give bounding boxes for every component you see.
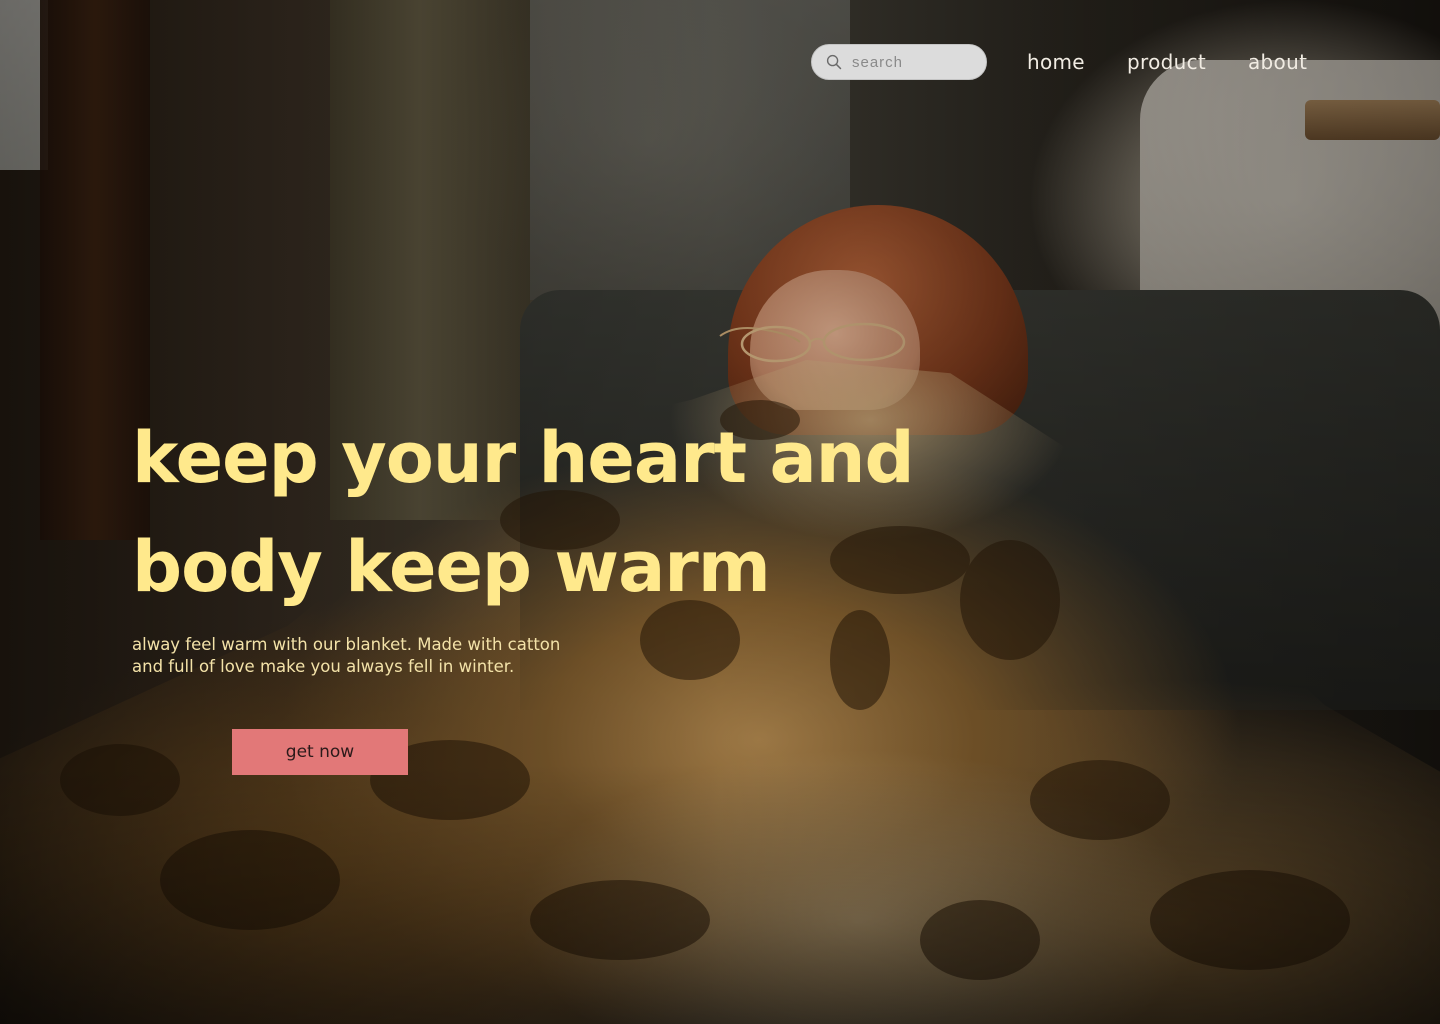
hero-subtitle-line-2: and full of love make you always fell in… [132,657,515,676]
hero-subtitle: alway feel warm with our blanket. Made w… [132,634,632,678]
hero-title-line-1: keep your heart and [132,417,915,499]
search-icon [826,54,842,70]
photo-shade-bottom [0,764,1440,1024]
hero-title: keep your heart and body keep warm [132,404,992,622]
search-bar[interactable] [811,44,987,80]
get-now-button[interactable]: get now [232,729,408,775]
hero-subtitle-line-1: alway feel warm with our blanket. Made w… [132,635,561,654]
hero-title-line-2: body keep warm [132,526,771,608]
nav-link-product[interactable]: product [1127,48,1206,76]
nav-link-about[interactable]: about [1248,48,1307,76]
nav-link-home[interactable]: home [1027,48,1085,76]
search-input[interactable] [852,53,972,71]
landing-page: home product about keep your heart and b… [0,0,1440,1024]
